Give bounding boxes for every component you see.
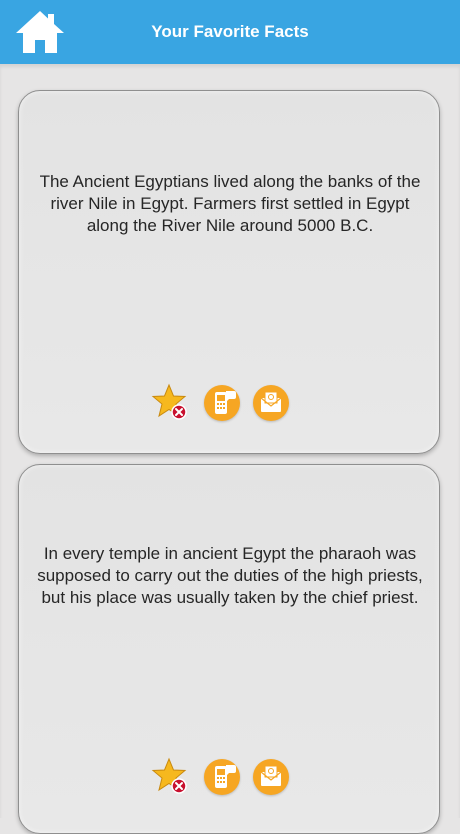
app-header: Your Favorite Facts	[0, 0, 460, 64]
fact-text: The Ancient Egyptians lived along the ba…	[39, 172, 421, 235]
sms-share-icon	[215, 391, 236, 414]
remove-favorite-button[interactable]	[151, 383, 191, 423]
remove-favorite-icon	[151, 383, 187, 420]
fact-actions	[19, 383, 439, 423]
email-share-button[interactable]	[251, 757, 291, 797]
fact-actions	[19, 757, 439, 797]
email-share-button[interactable]	[251, 383, 291, 423]
sms-share-icon	[215, 765, 236, 788]
sms-share-button[interactable]	[202, 757, 242, 797]
remove-favorite-icon	[151, 757, 187, 794]
fact-card: The Ancient Egyptians lived along the ba…	[18, 90, 440, 454]
fact-card: In every temple in ancient Egypt the pha…	[18, 464, 440, 834]
fact-text: In every temple in ancient Egypt the pha…	[37, 544, 423, 607]
email-share-icon	[260, 765, 282, 786]
remove-favorite-button[interactable]	[151, 757, 191, 797]
email-share-icon	[260, 391, 282, 412]
home-button[interactable]	[14, 8, 66, 56]
page-title: Your Favorite Facts	[151, 22, 309, 41]
home-icon	[16, 11, 64, 53]
sms-share-button[interactable]	[202, 383, 242, 423]
